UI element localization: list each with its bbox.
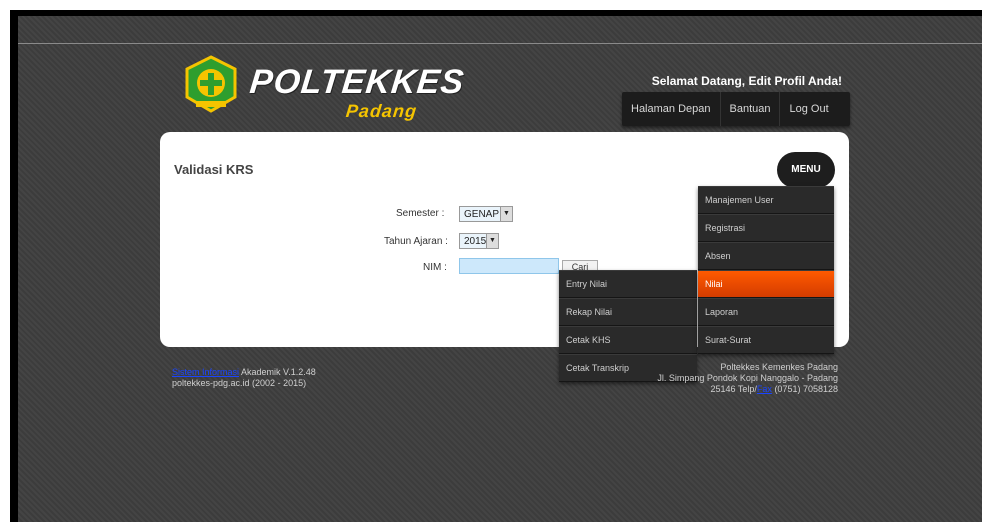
menu-button[interactable]: MENU xyxy=(777,152,835,188)
footer-phone-post: (0751) 7058128 xyxy=(771,384,838,394)
semester-label: Semester : xyxy=(396,208,445,219)
menu-item-manajemen-user[interactable]: Manajemen User xyxy=(698,186,834,214)
menu-item-laporan[interactable]: Laporan xyxy=(698,298,834,326)
nim-label: NIM : xyxy=(423,262,447,273)
footer-right: Poltekkes Kemenkes Padang Jl. Simpang Po… xyxy=(657,362,838,395)
menu-item-nilai[interactable]: Nilai xyxy=(698,270,834,298)
semester-value: GENAP xyxy=(464,209,500,220)
fax-link[interactable]: Fax xyxy=(757,384,772,394)
tahun-ajaran-label: Tahun Ajaran : xyxy=(384,236,448,247)
brand-subname: Padang xyxy=(345,101,419,121)
submenu-item-cetak-khs[interactable]: Cetak KHS xyxy=(559,326,697,354)
menu-item-surat-surat[interactable]: Surat-Surat xyxy=(698,326,834,354)
sistem-informasi-link[interactable]: Sistem Informasi xyxy=(172,367,239,377)
menu-item-registrasi[interactable]: Registrasi xyxy=(698,214,834,242)
semester-select[interactable]: GENAP ▼ xyxy=(459,206,513,222)
logo[interactable]: POLTEKKES Padang xyxy=(178,53,466,139)
nav-home[interactable]: Halaman Depan xyxy=(622,92,721,126)
footer-version: Akademik V.1.2.48 xyxy=(239,367,316,377)
top-nav: Halaman Depan Bantuan Log Out xyxy=(622,92,850,126)
footer-copyright: poltekkes-pdg.ac.id (2002 - 2015) xyxy=(172,378,307,388)
submenu-item-rekap-nilai[interactable]: Rekap Nilai xyxy=(559,298,697,326)
emblem-icon xyxy=(185,55,237,113)
nim-input[interactable] xyxy=(459,258,559,274)
nav-logout[interactable]: Log Out xyxy=(780,92,837,126)
tahun-ajaran-value: 2015 xyxy=(464,236,487,247)
footer-phone-pre: 25146 Telp/ xyxy=(710,384,757,394)
main-menu-dropdown: Manajemen User Registrasi Absen Nilai La… xyxy=(698,186,834,354)
page-background: POLTEKKES Padang Selamat Datang, Edit Pr… xyxy=(18,16,982,522)
page-title: Validasi KRS xyxy=(174,162,254,177)
top-divider xyxy=(18,43,982,44)
brand-name: POLTEKKES xyxy=(248,63,467,101)
chevron-down-icon: ▼ xyxy=(486,234,498,248)
footer-institution: Poltekkes Kemenkes Padang xyxy=(720,362,838,372)
menu-item-absen[interactable]: Absen xyxy=(698,242,834,270)
submenu-item-entry-nilai[interactable]: Entry Nilai xyxy=(559,270,697,298)
footer-left: Sistem Informasi Akademik V.1.2.48 polte… xyxy=(172,367,316,389)
chevron-down-icon: ▼ xyxy=(500,207,512,221)
footer-address: Jl. Simpang Pondok Kopi Nanggalo - Padan… xyxy=(657,373,838,383)
nav-help[interactable]: Bantuan xyxy=(721,92,781,126)
tahun-ajaran-select[interactable]: 2015 ▼ xyxy=(459,233,499,249)
welcome-link[interactable]: Selamat Datang, Edit Profil Anda! xyxy=(652,74,842,88)
